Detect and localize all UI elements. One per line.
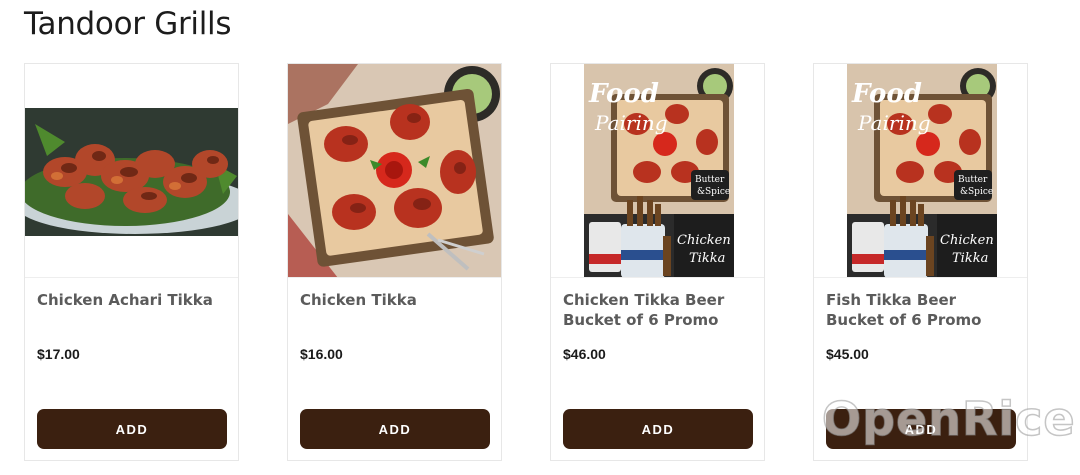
poster-headline-food: Food xyxy=(588,79,659,109)
product-grid: Chicken Achari Tikka $17.00 ADD Chicken … xyxy=(0,0,1080,475)
poster-brand-line1: Butter xyxy=(695,175,725,185)
product-price: $17.00 xyxy=(37,346,80,362)
food-pairing-poster[interactable]: Food Pairing Butter &Spice Chicken Tikka xyxy=(814,64,1027,278)
poster-headline-pairing: Pairing xyxy=(857,111,931,135)
add-to-cart-button[interactable]: ADD xyxy=(37,409,227,449)
poster-caption-line1: Chicken xyxy=(677,233,731,248)
poster-caption-line1: Chicken xyxy=(940,233,994,248)
poster-brand-line1: Butter xyxy=(958,175,988,185)
product-name[interactable]: Chicken Achari Tikka xyxy=(37,290,229,310)
poster-caption-line2: Tikka xyxy=(689,251,725,266)
product-card[interactable]: Chicken Tikka $16.00 ADD xyxy=(287,63,502,461)
product-name[interactable]: Chicken Tikka Beer Bucket of 6 Promo xyxy=(563,290,755,330)
product-price: $45.00 xyxy=(826,346,869,362)
poster-headline-pairing: Pairing xyxy=(594,111,668,135)
add-to-cart-button[interactable]: ADD xyxy=(563,409,753,449)
product-card[interactable]: Chicken Achari Tikka $17.00 ADD xyxy=(24,63,239,461)
chicken-achari-tikka-photo[interactable] xyxy=(25,64,238,278)
product-card[interactable]: Food Pairing Butter &Spice Chicken Tikka… xyxy=(550,63,765,461)
poster-brand-line2: &Spice xyxy=(960,187,993,197)
add-to-cart-button[interactable]: ADD xyxy=(300,409,490,449)
poster-brand-line2: &Spice xyxy=(697,187,730,197)
add-to-cart-button[interactable]: ADD xyxy=(826,409,1016,449)
menu-section: Tandoor Grills Chicken Achari Tikka $17.… xyxy=(0,0,1080,475)
product-name[interactable]: Chicken Tikka xyxy=(300,290,492,310)
product-price: $46.00 xyxy=(563,346,606,362)
poster-headline-food: Food xyxy=(851,79,922,109)
product-name[interactable]: Fish Tikka Beer Bucket of 6 Promo xyxy=(826,290,1018,330)
chicken-tikka-photo[interactable] xyxy=(288,64,501,278)
product-card[interactable]: Food Pairing Butter &Spice Chicken Tikka… xyxy=(813,63,1028,461)
product-price: $16.00 xyxy=(300,346,343,362)
poster-caption-line2: Tikka xyxy=(952,251,988,266)
food-pairing-poster[interactable]: Food Pairing Butter &Spice Chicken Tikka xyxy=(551,64,764,278)
